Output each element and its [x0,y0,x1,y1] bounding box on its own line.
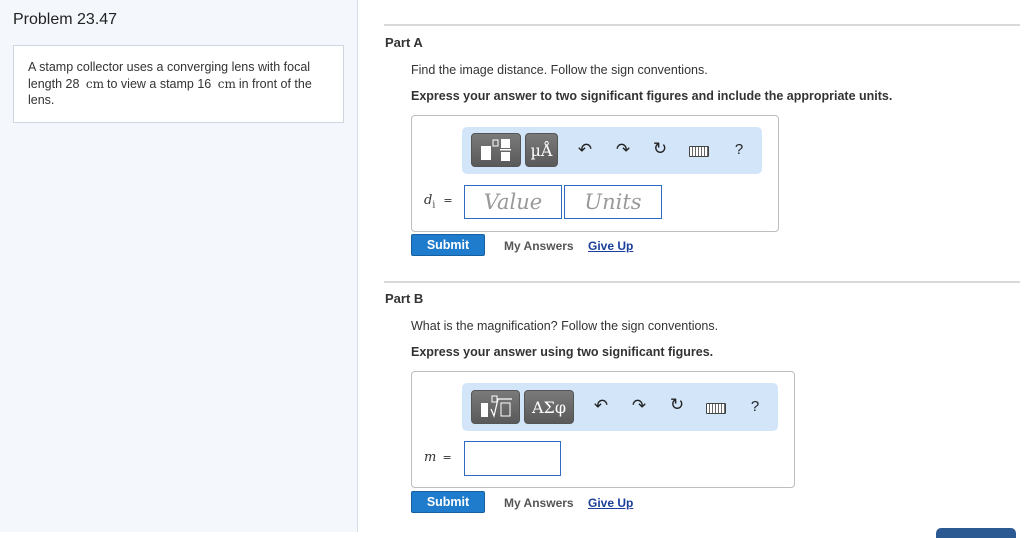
part-a-instruction: Express your answer to two significant f… [411,89,893,103]
statement-text: to view a stamp 16 [107,76,212,91]
help-icon[interactable]: ? [745,398,765,415]
reset-icon[interactable]: ↻ [650,139,670,159]
part-a-title: Part A [385,35,423,50]
symbols-button[interactable]: µÅ [525,133,558,167]
reset-icon[interactable]: ↻ [667,395,687,415]
equals: = [443,194,453,207]
problem-statement: A stamp collector uses a converging lens… [13,45,344,123]
part-a-my-answers-link[interactable]: My Answers [504,239,574,253]
problem-title: Problem 23.47 [13,11,118,28]
unit: cm [85,76,105,91]
fraction-template-icon [481,139,511,161]
redo-icon[interactable]: ↷ [629,396,649,416]
part-b-question: What is the magnification? Follow the si… [411,319,719,333]
label-symbol: m [424,450,437,465]
part-b-instruction: Express your answer using two significan… [411,345,714,359]
di-label: di = [424,193,453,211]
symbols-button[interactable]: ΑΣφ [524,390,574,424]
part-a-give-up-link[interactable]: Give Up [588,239,633,253]
divider [384,24,1020,26]
part-b-give-up-link[interactable]: Give Up [588,496,633,510]
continue-button[interactable] [936,528,1016,538]
divider [384,281,1020,283]
root-template-icon [480,395,512,418]
templates-button[interactable] [471,133,521,167]
part-b-submit-button[interactable]: Submit [411,491,485,513]
unit: cm [217,76,236,91]
keyboard-icon[interactable] [689,146,709,157]
m-label: m = [424,450,452,465]
help-icon[interactable]: ? [729,141,749,158]
label-subscript: i [432,200,436,211]
units-input[interactable]: Units [564,185,662,219]
part-a-question: Find the image distance. Follow the sign… [411,63,708,77]
undo-icon[interactable]: ↶ [591,396,611,416]
part-b-title: Part B [385,291,424,306]
keyboard-icon[interactable] [706,403,726,414]
part-b-my-answers-link[interactable]: My Answers [504,496,574,510]
redo-icon[interactable]: ↷ [613,140,633,160]
templates-button[interactable] [471,390,520,424]
value-input[interactable]: Value [464,185,562,219]
magnification-input[interactable] [464,441,561,476]
undo-icon[interactable]: ↶ [575,140,595,160]
equals: = [442,451,452,464]
part-a-submit-button[interactable]: Submit [411,234,485,256]
